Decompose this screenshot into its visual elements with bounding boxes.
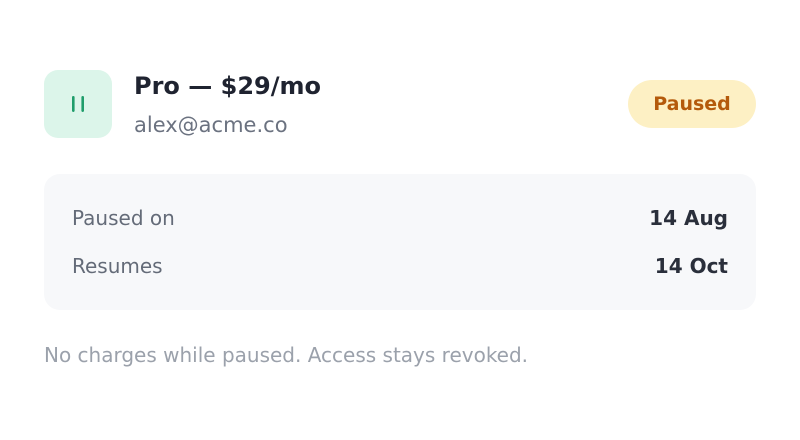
detail-row-resumes: Resumes 14 Oct	[72, 252, 728, 280]
status-badge: Paused	[628, 80, 756, 128]
detail-value: 14 Aug	[649, 206, 728, 230]
detail-value: 14 Oct	[654, 254, 728, 278]
account-email: alex@acme.co	[134, 113, 288, 137]
detail-row-paused-on: Paused on 14 Aug	[72, 204, 728, 232]
pause-details-card: Paused on 14 Aug Resumes 14 Oct	[44, 174, 756, 310]
detail-label: Paused on	[72, 206, 175, 230]
plan-icon-tile	[44, 70, 112, 138]
plan-title: Pro — $29/mo	[134, 72, 321, 100]
subscription-header: Pro — $29/mo alex@acme.co Paused	[44, 70, 756, 138]
detail-label: Resumes	[72, 254, 163, 278]
footnote: No charges while paused. Access stays re…	[44, 343, 529, 367]
pause-icon	[72, 96, 84, 112]
